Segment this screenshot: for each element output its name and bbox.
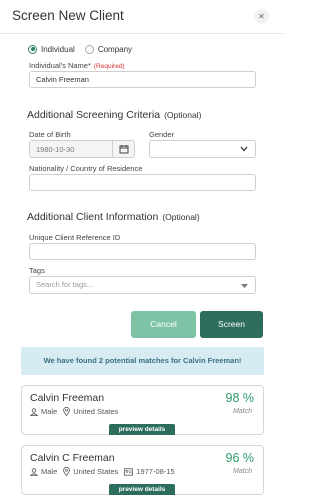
- dob-input[interactable]: 1980-10-30: [29, 140, 135, 158]
- location-pin-icon: [63, 407, 71, 416]
- individual-name-input[interactable]: Calvin Freeman: [29, 71, 256, 88]
- caret-down-icon: [241, 284, 248, 288]
- screening-section-heading: Additional Screening Criteria (Optional): [27, 109, 201, 121]
- match-gender: Male: [41, 407, 58, 416]
- location-pin-icon: [63, 467, 71, 476]
- screening-optional: (Optional): [164, 110, 202, 120]
- match-name: Calvin Freeman: [30, 392, 105, 404]
- match-meta: Male United States 1977-08-15: [30, 467, 175, 476]
- dob-label: Date of Birth: [29, 130, 71, 139]
- preview-details-button[interactable]: preview details: [109, 484, 175, 495]
- dialog-title: Screen New Client: [12, 8, 124, 23]
- match-country: United States: [73, 467, 119, 476]
- client-type-radio-group: Individual Company: [28, 43, 142, 55]
- id-card-icon: [124, 467, 134, 476]
- nationality-label: Nationality / Country of Residence: [29, 164, 143, 173]
- user-icon: [30, 407, 38, 416]
- chevron-down-icon: [240, 146, 248, 152]
- match-country: United States: [73, 407, 119, 416]
- user-icon: [30, 467, 38, 476]
- radio-company[interactable]: [84, 44, 94, 54]
- close-icon[interactable]: ✕: [254, 9, 269, 24]
- client-info-section-heading: Additional Client Information (Optional): [27, 211, 200, 223]
- match-name: Calvin C Freeman: [30, 452, 115, 464]
- client-info-heading-text: Additional Client Information: [27, 211, 159, 223]
- preview-details-button[interactable]: preview details: [109, 424, 175, 435]
- match-card[interactable]: Calvin C Freeman Male United States 1977…: [21, 445, 264, 495]
- matches-notice: We have found 2 potential matches for Ca…: [21, 347, 264, 375]
- screening-heading-text: Additional Screening Criteria: [27, 109, 161, 121]
- radio-company-label[interactable]: Company: [98, 45, 132, 54]
- individual-name-label-text: Individual's Name*: [29, 61, 91, 70]
- tags-placeholder: Search for tags...: [36, 280, 94, 289]
- dialog-header: Screen New Client ✕: [0, 0, 284, 34]
- required-tag: (Required): [93, 63, 125, 70]
- gender-label: Gender: [149, 130, 175, 139]
- calendar-button[interactable]: [112, 141, 134, 157]
- match-meta: Male United States: [30, 407, 118, 416]
- match-dob: 1977-08-15: [136, 467, 175, 476]
- radio-individual-label[interactable]: Individual: [41, 45, 75, 54]
- individual-name-label: Individual's Name* (Required): [29, 61, 125, 70]
- match-label: Match: [232, 408, 252, 415]
- match-score: 98 %: [225, 391, 255, 405]
- match-label: Match: [232, 468, 252, 475]
- radio-individual[interactable]: [28, 44, 37, 54]
- screen-button[interactable]: Screen: [200, 311, 263, 338]
- match-gender: Male: [41, 467, 58, 476]
- nationality-input[interactable]: [29, 174, 256, 191]
- match-score: 96 %: [225, 451, 255, 465]
- reference-id-label: Unique Client Reference ID: [29, 233, 121, 242]
- gender-select[interactable]: [149, 140, 256, 158]
- client-info-optional: (Optional): [162, 212, 200, 222]
- reference-id-input[interactable]: [29, 243, 256, 260]
- cancel-button[interactable]: Cancel: [131, 311, 196, 338]
- match-card[interactable]: Calvin Freeman Male United States 98 % M…: [21, 385, 264, 435]
- tags-select[interactable]: Search for tags...: [29, 276, 256, 294]
- dob-value[interactable]: 1980-10-30: [30, 141, 112, 157]
- calendar-icon: [119, 145, 128, 154]
- tags-label: Tags: [29, 266, 45, 275]
